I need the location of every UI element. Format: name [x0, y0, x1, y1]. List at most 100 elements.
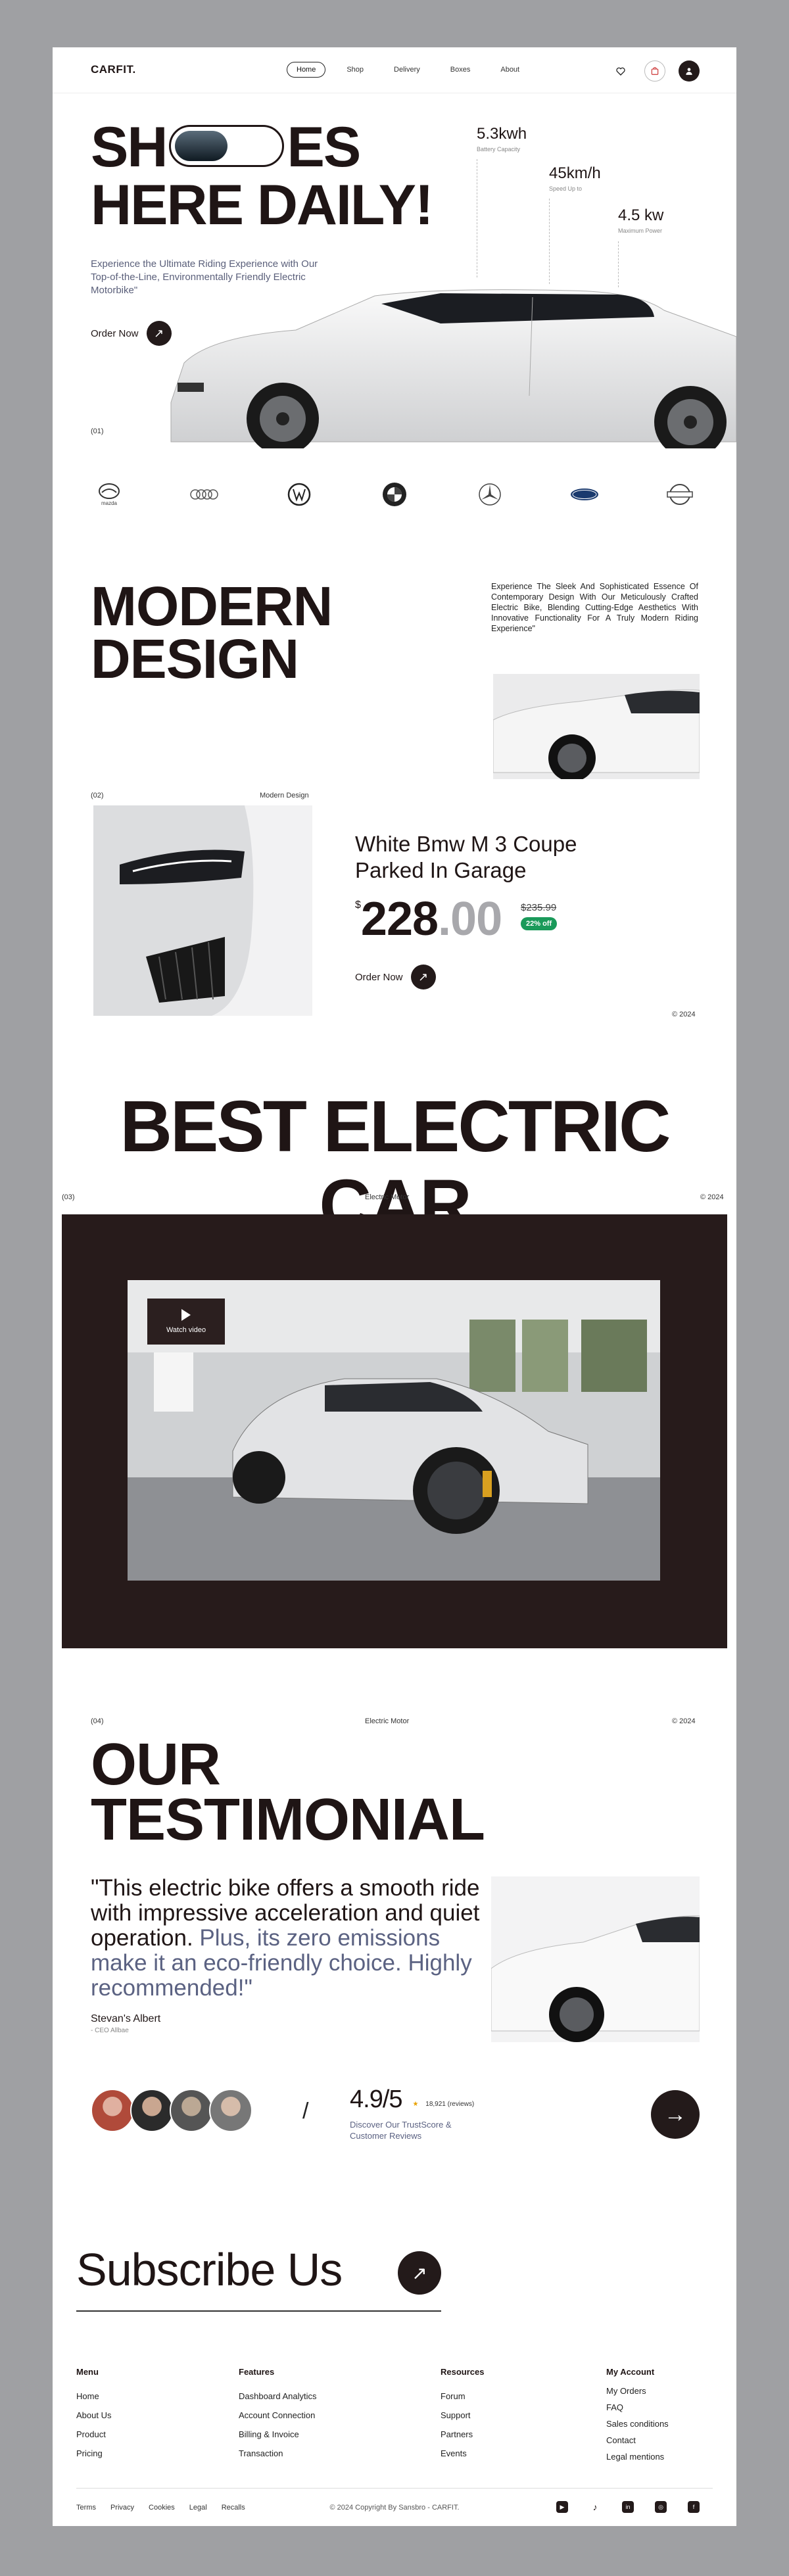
footer-col-features: Features Dashboard Analytics Account Con…	[239, 2367, 317, 2458]
footer-link[interactable]: Sales conditions	[606, 2419, 669, 2429]
hero-toggle-pill	[169, 125, 285, 168]
legal-link[interactable]: Recalls	[222, 2504, 245, 2512]
nav-actions	[610, 60, 700, 82]
section-number: (01)	[91, 427, 104, 435]
legal-link[interactable]: Legal	[189, 2504, 207, 2512]
legal-links: Terms Privacy Cookies Legal Recalls	[76, 2504, 245, 2512]
nav-delivery[interactable]: Delivery	[385, 62, 429, 77]
footer-link[interactable]: About Us	[76, 2410, 111, 2420]
next-testimonial-button[interactable]: →	[651, 2090, 700, 2139]
year-label: © 2024	[672, 1011, 696, 1018]
brand-logos: mazda	[53, 481, 736, 508]
user-icon[interactable]	[679, 60, 700, 82]
avatar	[130, 2089, 174, 2132]
instagram-icon[interactable]: ◎	[655, 2501, 667, 2513]
audi-logo	[185, 481, 224, 508]
arrow-up-right-icon: ↗	[412, 2262, 427, 2283]
design-car-image	[493, 674, 700, 779]
nav-about[interactable]: About	[491, 62, 529, 77]
testimonial-title: OUR TESTIMONIAL	[91, 1732, 485, 1853]
section-number: (03)	[62, 1193, 75, 1201]
footer-col-account: My Account My Orders FAQ Sales condition…	[606, 2367, 669, 2462]
hero-order-button[interactable]: Order Now ↗	[91, 321, 172, 346]
legal-link[interactable]: Cookies	[149, 2504, 175, 2512]
cart-icon[interactable]	[644, 60, 665, 82]
landing-page: CARFIT. Home Shop Delivery Boxes About S…	[53, 47, 736, 2526]
footer-link[interactable]: Home	[76, 2391, 111, 2401]
tiktok-icon[interactable]: ♪	[589, 2501, 601, 2513]
video-player[interactable]: Watch video	[128, 1280, 660, 1581]
section-number: (02)	[91, 792, 104, 799]
legal-link[interactable]: Privacy	[110, 2504, 134, 2512]
footer-link[interactable]: Support	[441, 2410, 484, 2420]
footer-link[interactable]: Product	[76, 2429, 111, 2439]
logo[interactable]: CARFIT.	[91, 63, 136, 76]
stat-battery: 5.3kwh Battery Capacity	[477, 125, 527, 153]
footer-link[interactable]: Legal mentions	[606, 2452, 669, 2462]
arrow-up-right-icon: ↗	[410, 965, 436, 990]
footer-col-menu: Menu Home About Us Product Pricing	[76, 2367, 112, 2458]
footer-link[interactable]: Billing & Invoice	[239, 2429, 317, 2439]
footer-link[interactable]: Account Connection	[239, 2410, 317, 2420]
bmw-logo	[375, 481, 414, 508]
product-price: $228.00	[355, 893, 502, 945]
footer-link[interactable]: Pricing	[76, 2448, 111, 2458]
product-title: White Bmw M 3 Coupe Parked In Garage	[355, 832, 577, 882]
testimonial-author: Stevan's Albert - CEO Allbae	[91, 2013, 161, 2034]
volkswagen-logo	[279, 481, 319, 508]
nav-shop[interactable]: Shop	[337, 62, 373, 77]
footer-link[interactable]: FAQ	[606, 2402, 669, 2412]
testimonial-quote: "This electric bike offers a smooth ride…	[91, 1875, 480, 2001]
section-label: Electric Motor	[365, 1717, 410, 1725]
nissan-logo	[660, 481, 700, 508]
footer-link[interactable]: My Orders	[606, 2386, 669, 2396]
stat-power: 4.5 kw Maximum Power	[618, 206, 664, 234]
modern-design-title: MODERN DESIGN	[91, 575, 333, 690]
video-section: Watch video	[62, 1214, 727, 1648]
facebook-icon[interactable]: f	[688, 2501, 700, 2513]
linkedin-icon[interactable]: in	[622, 2501, 634, 2513]
legal-link[interactable]: Terms	[76, 2504, 96, 2512]
section-label: Electric Motor	[365, 1193, 410, 1201]
avatar	[91, 2089, 134, 2132]
mazda-logo: mazda	[89, 481, 129, 508]
watch-video-button[interactable]: Watch video	[147, 1299, 225, 1345]
year-label: © 2024	[672, 1717, 696, 1725]
heart-icon[interactable]	[610, 60, 631, 82]
footer-link[interactable]: Events	[441, 2448, 484, 2458]
social-links: ▶ ♪ in ◎ f	[556, 2501, 700, 2513]
old-price: $235.99	[521, 902, 557, 913]
customer-avatars	[91, 2089, 252, 2132]
trust-score: 4.9/5 ★ 18,921 (reviews) Discover Our Tru…	[350, 2086, 475, 2141]
ford-logo	[565, 481, 604, 508]
nav-menu: Home Shop Delivery Boxes About	[287, 62, 529, 78]
discount-badge: 22% off	[521, 917, 558, 930]
nav-home[interactable]: Home	[287, 62, 326, 78]
year-label: © 2024	[700, 1193, 724, 1201]
arrow-right-icon: →	[664, 2101, 686, 2127]
product-order-button[interactable]: Order Now ↗	[355, 965, 436, 990]
divider-slash: /	[302, 2099, 309, 2124]
footer-link[interactable]: Forum	[441, 2391, 484, 2401]
footer-link[interactable]: Partners	[441, 2429, 484, 2439]
youtube-icon[interactable]: ▶	[556, 2501, 568, 2513]
avatar	[209, 2089, 252, 2132]
hero-car-image	[170, 289, 736, 448]
subscribe-title: Subscribe Us	[76, 2244, 343, 2295]
hero-title: SH ES HERE DAILY!	[91, 116, 434, 237]
subscribe-underline	[76, 2310, 441, 2312]
car-headlight-image	[93, 805, 312, 1016]
avatar	[170, 2089, 213, 2132]
footer-link[interactable]: Contact	[606, 2435, 669, 2445]
mercedes-logo	[470, 481, 510, 508]
nav-boxes[interactable]: Boxes	[441, 62, 480, 77]
footer-link[interactable]: Transaction	[239, 2448, 317, 2458]
footer-col-resources: Resources Forum Support Partners Events	[441, 2367, 485, 2458]
top-navbar: CARFIT. Home Shop Delivery Boxes About	[53, 47, 736, 93]
footer-link[interactable]: Dashboard Analytics	[239, 2391, 317, 2401]
subscribe-button[interactable]: ↗	[398, 2251, 441, 2295]
stat-speed: 45km/h Speed Up to	[549, 164, 601, 192]
section-number: (04)	[91, 1717, 104, 1725]
design-description: Experience The Sleek And Sophisticated E…	[491, 582, 698, 633]
footer-divider	[76, 2488, 713, 2489]
